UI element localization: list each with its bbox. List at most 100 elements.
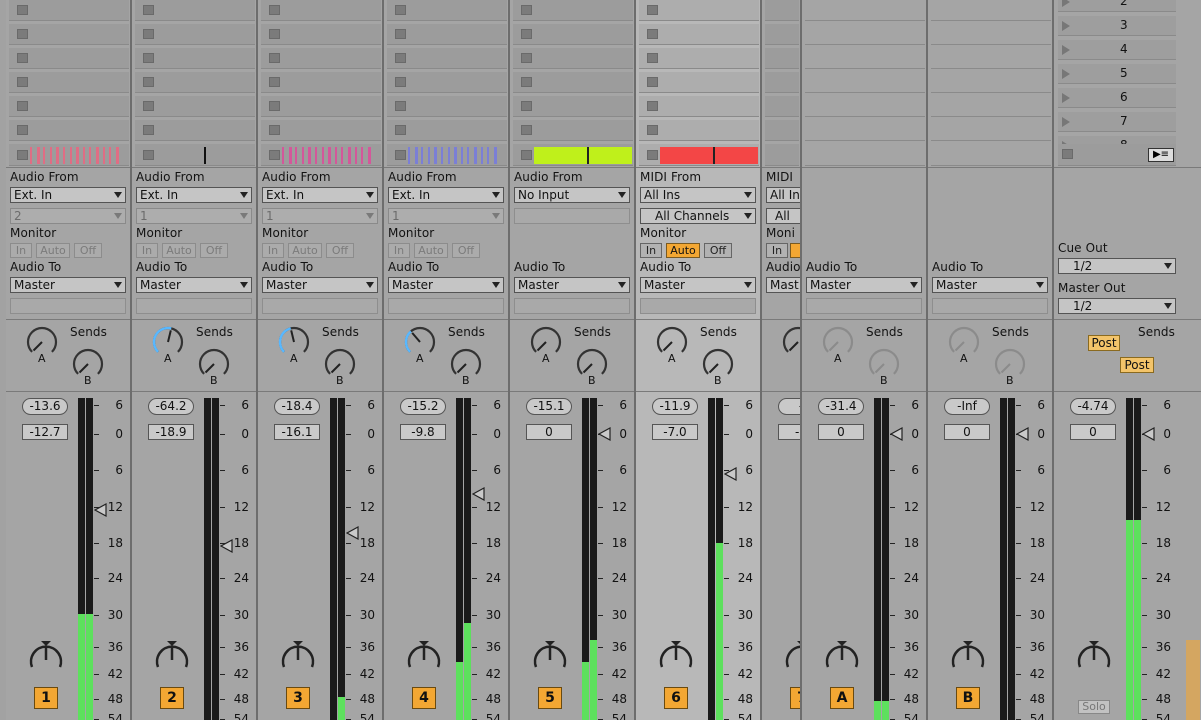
output-dropdown[interactable]: Master — [640, 277, 756, 293]
monitor-auto-button[interactable]: Auto — [162, 243, 196, 258]
clip-stop-button[interactable] — [521, 125, 532, 135]
clip-slot[interactable] — [639, 120, 759, 141]
clip-stop-button[interactable] — [17, 53, 28, 63]
pan-knob[interactable] — [530, 640, 570, 680]
volume-fader-handle[interactable] — [1016, 427, 1030, 441]
peak-level-display[interactable]: -18.4 — [274, 398, 320, 415]
clip-slot[interactable] — [513, 72, 633, 93]
input-channel-dropdown[interactable]: 1 — [136, 208, 252, 224]
peak-level-display[interactable]: -Inf — [944, 398, 990, 415]
clip-stop-button[interactable] — [647, 77, 658, 87]
clip-slot[interactable] — [261, 0, 381, 21]
clip-slot[interactable] — [9, 24, 129, 45]
clip-slot[interactable] — [261, 120, 381, 141]
clip-stop-button[interactable] — [521, 150, 532, 160]
input-type-dropdown[interactable]: All In — [766, 187, 800, 203]
clip-stop-button[interactable] — [647, 125, 658, 135]
monitor-auto-button[interactable]: Auto — [288, 243, 322, 258]
track-activator-button[interactable]: 7 — [790, 687, 800, 709]
clip-stop-button[interactable] — [17, 77, 28, 87]
clip-stop-button[interactable] — [17, 29, 28, 39]
pan-knob[interactable] — [278, 640, 318, 680]
cue-out-dropdown[interactable]: 1/2 — [1058, 258, 1176, 274]
pan-knob[interactable] — [26, 640, 66, 680]
input-channel-dropdown[interactable]: 1 — [388, 208, 504, 224]
track-activator-button[interactable]: 4 — [412, 687, 436, 709]
volume-display[interactable]: -7.0 — [652, 424, 698, 440]
clip-stop-button[interactable] — [269, 53, 280, 63]
clip-stop-button[interactable] — [647, 150, 658, 160]
input-type-dropdown[interactable]: All Ins — [640, 187, 756, 203]
monitor-off-button[interactable]: Off — [452, 243, 480, 258]
clip-stop-button[interactable] — [143, 29, 154, 39]
monitor-in-button[interactable]: In — [10, 243, 32, 258]
pan-knob[interactable] — [1074, 640, 1114, 680]
clip-slot[interactable] — [135, 96, 255, 117]
clip-slot[interactable] — [9, 0, 129, 21]
clip-stop-button[interactable] — [17, 5, 28, 15]
clip-slot[interactable] — [387, 96, 507, 117]
clip-stop-button[interactable] — [521, 101, 532, 111]
volume-display[interactable]: -12.7 — [22, 424, 68, 440]
volume-display[interactable]: -16.1 — [274, 424, 320, 440]
return-activator-button[interactable]: B — [956, 687, 980, 709]
clip-slot[interactable] — [765, 144, 799, 166]
volume-fader-handle[interactable] — [598, 427, 612, 441]
clip-stop-button[interactable] — [395, 150, 406, 160]
clip-slot[interactable] — [261, 24, 381, 45]
input-channel-dropdown[interactable]: 2 — [10, 208, 126, 224]
peak-level-display[interactable]: -15.1 — [526, 398, 572, 415]
clip-slot[interactable] — [765, 72, 799, 93]
send-a-knob[interactable] — [781, 325, 802, 359]
peak-level-display[interactable]: -13.6 — [22, 398, 68, 415]
volume-fader-handle[interactable] — [346, 526, 360, 540]
clip-waveform[interactable] — [408, 147, 500, 164]
output-dropdown[interactable]: Master — [514, 277, 630, 293]
output-dropdown[interactable]: Master — [136, 277, 252, 293]
solo-button[interactable]: Solo — [1078, 700, 1110, 714]
post-button-a[interactable]: Post — [1088, 335, 1120, 351]
input-type-dropdown[interactable]: No Input — [514, 187, 630, 203]
clip-waveform[interactable] — [282, 147, 374, 164]
clip-stop-button[interactable] — [521, 29, 532, 39]
clip-slot[interactable] — [261, 48, 381, 69]
session-record-menu-icon[interactable]: ▶≡ — [1148, 148, 1174, 162]
input-channel-dropdown[interactable]: All — [766, 208, 800, 224]
clip-stop-button[interactable] — [269, 77, 280, 87]
output-dropdown[interactable]: Master — [388, 277, 504, 293]
input-channel-dropdown[interactable]: All Channels — [640, 208, 756, 224]
clip-slot[interactable] — [639, 96, 759, 117]
clip-stop-button[interactable] — [143, 77, 154, 87]
track-activator-button[interactable]: 3 — [286, 687, 310, 709]
input-channel-dropdown[interactable]: 1 — [262, 208, 378, 224]
clip-stop-button[interactable] — [395, 5, 406, 15]
output-dropdown[interactable]: Mast — [766, 277, 800, 293]
clip-slot[interactable] — [135, 120, 255, 141]
volume-display[interactable]: 0 — [1070, 424, 1116, 440]
clip-slot[interactable] — [135, 0, 255, 21]
stop-all-clips-button[interactable] — [1062, 149, 1073, 159]
volume-fader-handle[interactable] — [1142, 427, 1156, 441]
pan-knob[interactable] — [948, 640, 988, 680]
clip-slot[interactable] — [639, 48, 759, 69]
volume-display[interactable]: 0 — [944, 424, 990, 440]
clip-slot[interactable] — [9, 72, 129, 93]
clip-slot[interactable] — [387, 0, 507, 21]
clip-stop-button[interactable] — [17, 150, 28, 160]
clip-slot[interactable] — [9, 120, 129, 141]
volume-fader-handle[interactable] — [890, 427, 904, 441]
monitor-off-button[interactable]: Off — [200, 243, 228, 258]
clip-stop-button[interactable] — [143, 101, 154, 111]
clip-slot[interactable] — [639, 72, 759, 93]
clip-slot[interactable] — [135, 24, 255, 45]
clip-slot[interactable] — [639, 24, 759, 45]
input-type-dropdown[interactable]: Ext. In — [262, 187, 378, 203]
clip-slot[interactable] — [513, 0, 633, 21]
monitor-auto-button[interactable]: Auto — [414, 243, 448, 258]
monitor-in-button[interactable]: In — [136, 243, 158, 258]
clip-slot[interactable] — [261, 72, 381, 93]
scene-launch[interactable]: 6 — [1058, 88, 1176, 108]
monitor-in-button[interactable]: In — [262, 243, 284, 258]
clip-stop-button[interactable] — [521, 5, 532, 15]
track-activator-button[interactable]: 1 — [34, 687, 58, 709]
